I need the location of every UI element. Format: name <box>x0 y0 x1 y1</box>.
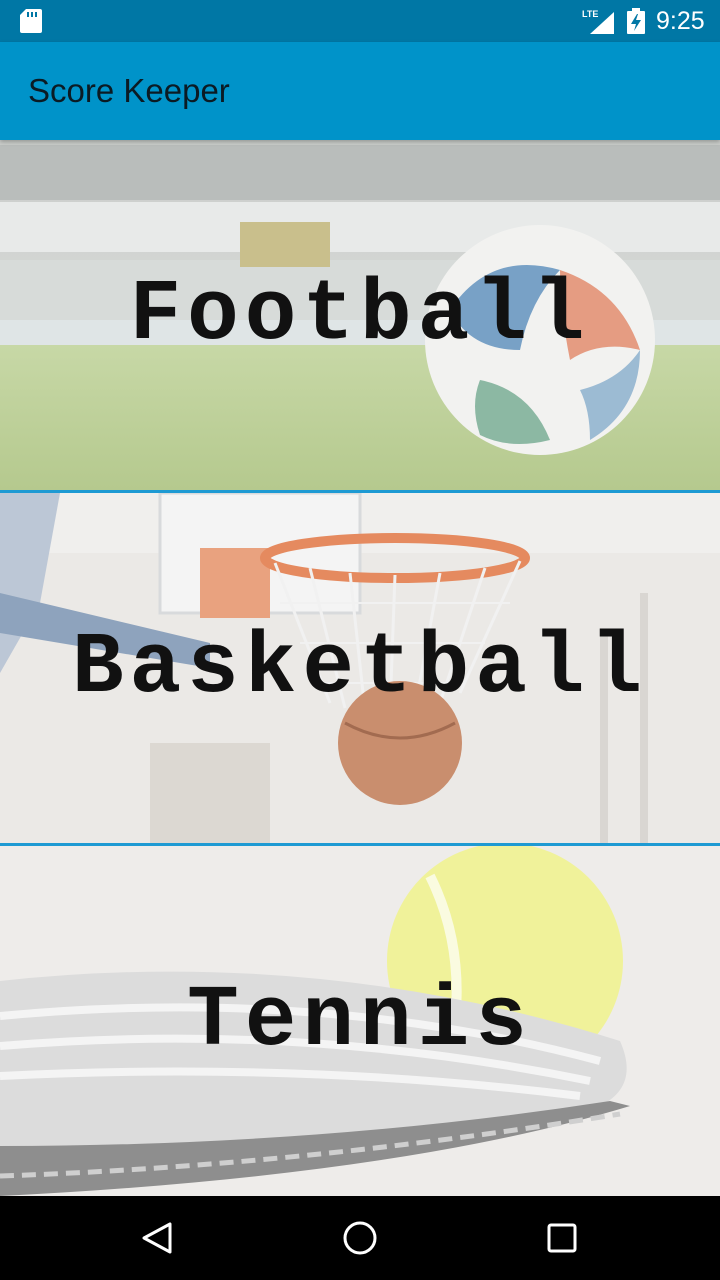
football-card[interactable]: Football <box>0 140 720 490</box>
recents-icon[interactable] <box>540 1216 584 1260</box>
basketball-label: Basketball <box>71 619 649 717</box>
sd-card-icon <box>20 9 42 33</box>
back-icon[interactable] <box>136 1216 180 1260</box>
football-label: Football <box>129 266 591 364</box>
tennis-card[interactable]: Tennis <box>0 846 720 1196</box>
app-bar: Score Keeper <box>0 42 720 140</box>
navigation-bar <box>0 1196 720 1280</box>
tennis-label: Tennis <box>187 972 533 1070</box>
svg-text:LTE: LTE <box>582 9 598 19</box>
home-icon[interactable] <box>338 1216 382 1260</box>
lte-signal-icon: LTE <box>582 9 614 34</box>
status-time: 9:25 <box>656 7 705 35</box>
battery-charging-icon <box>627 8 645 34</box>
basketball-card[interactable]: Basketball <box>0 493 720 843</box>
app-title: Score Keeper <box>28 72 230 109</box>
status-bar: LTE 9:25 <box>0 0 720 42</box>
